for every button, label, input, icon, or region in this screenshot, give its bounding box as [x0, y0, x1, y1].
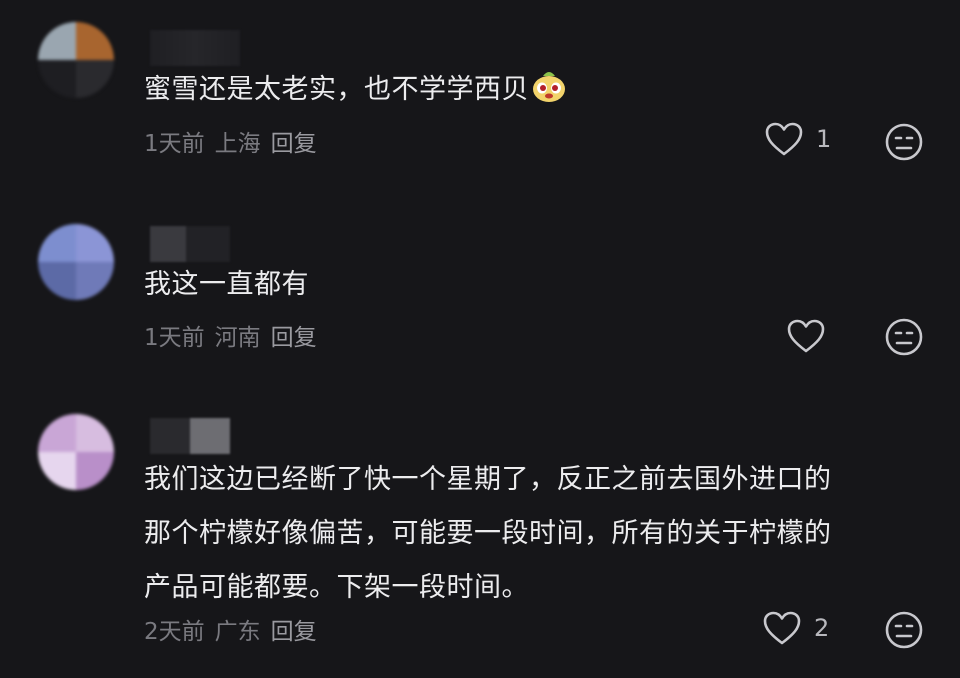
like-button[interactable] — [786, 318, 838, 354]
comment-text-line: 我们这边已经断了快一个星期了，反正之前去国外进口的 — [144, 464, 832, 495]
comment-meta: 1天前 河南 回复 — [144, 318, 317, 352]
avatar[interactable] — [38, 414, 114, 490]
comment-location: 上海 — [214, 131, 261, 157]
comment-time: 1天前 — [144, 325, 205, 351]
avatar-mosaic — [38, 224, 114, 300]
comment-meta: 2天前 广东 回复 — [144, 612, 317, 646]
comment-text-content: 蜜雪还是太老实，也不学学西贝 — [144, 74, 529, 105]
like-button[interactable]: 2 — [762, 610, 829, 646]
avatar-mosaic — [38, 22, 114, 98]
reply-button[interactable]: 回复 — [271, 318, 317, 352]
username[interactable] — [150, 418, 230, 454]
like-count: 2 — [814, 614, 830, 642]
comment-location: 河南 — [214, 325, 261, 351]
like-button[interactable]: 1 — [764, 121, 831, 157]
comment-text: 我们这边已经断了快一个星期了，反正之前去国外进口的 那个柠檬好像偏苦，可能要一段… — [144, 458, 934, 610]
neutral-face-icon[interactable] — [884, 317, 924, 357]
comment-text: 蜜雪还是太老实，也不学学西贝 — [144, 68, 934, 118]
neutral-face-icon[interactable] — [884, 610, 924, 650]
comment-text-line: 那个柠檬好像偏苦，可能要一段时间，所有的关于柠檬的 — [144, 518, 832, 549]
comment-text: 我这一直都有 — [144, 263, 934, 307]
heart-outline-icon — [786, 318, 826, 354]
comment-location: 广东 — [214, 619, 261, 645]
neutral-face-icon[interactable] — [884, 122, 924, 162]
comment-time: 2天前 — [144, 619, 205, 645]
avatar-mosaic — [38, 414, 114, 490]
comment-text-content: 我这一直都有 — [144, 269, 309, 300]
mascot-emoji-icon — [531, 68, 567, 118]
avatar[interactable] — [38, 22, 114, 98]
comment-text-line: 产品可能都要。下架一段时间。 — [144, 572, 529, 603]
username[interactable] — [150, 30, 240, 66]
avatar[interactable] — [38, 224, 114, 300]
comment-time: 1天前 — [144, 131, 205, 157]
heart-outline-icon — [764, 121, 804, 157]
comment-meta: 1天前 上海 回复 — [144, 124, 317, 158]
heart-outline-icon — [762, 610, 802, 646]
username[interactable] — [150, 226, 230, 262]
like-count: 1 — [816, 125, 832, 153]
reply-button[interactable]: 回复 — [271, 124, 317, 158]
reply-button[interactable]: 回复 — [271, 612, 317, 646]
